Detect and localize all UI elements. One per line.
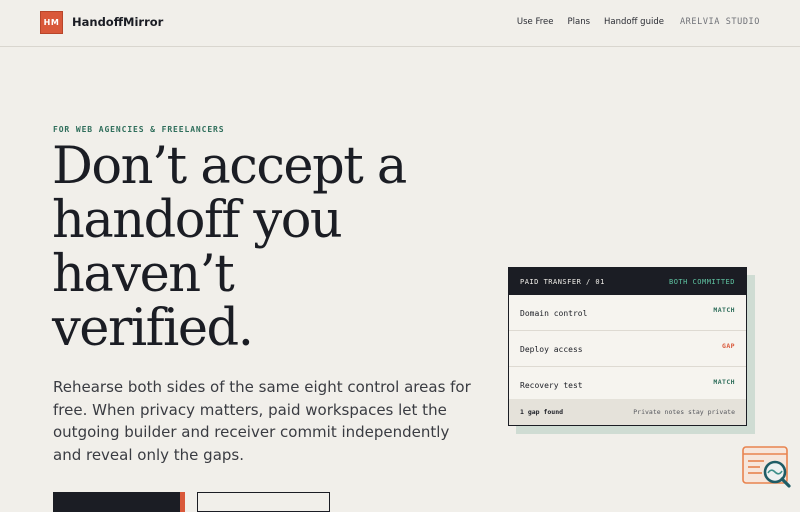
primary-cta-button[interactable] — [53, 492, 180, 512]
search-magnifier-icon[interactable] — [742, 446, 792, 488]
headline-line: handoff you — [52, 191, 343, 250]
nav-studio[interactable]: ARELVIA STUDIO — [680, 17, 760, 27]
hero-lede: Rehearse both sides of the same eight co… — [53, 378, 471, 464]
headline-line: verified. — [52, 299, 254, 358]
nav-use-free[interactable]: Use Free — [517, 17, 554, 27]
control-row: Recovery test MATCH — [509, 367, 746, 402]
control-row: Deploy access GAP — [509, 331, 746, 367]
hero-headline: Don’t accept a handoff you haven’t verif… — [52, 140, 472, 356]
card-header: PAID TRANSFER / 01 BOTH COMMITTED — [509, 268, 746, 295]
card-title: PAID TRANSFER / 01 — [520, 277, 605, 286]
control-label: Deploy access — [520, 345, 583, 354]
site-header: HM HandoffMirror Use Free Plans Handoff … — [0, 0, 800, 47]
widget-graphic — [742, 446, 791, 488]
control-row: Domain control MATCH — [509, 295, 746, 331]
headline-line: Don’t accept a — [52, 137, 407, 196]
status-badge: MATCH — [713, 306, 735, 314]
gap-count: 1 gap found — [520, 408, 564, 416]
status-badge: GAP — [722, 342, 735, 350]
status-badge: MATCH — [713, 378, 735, 386]
nav-handoff-guide[interactable]: Handoff guide — [604, 17, 664, 27]
control-label: Domain control — [520, 309, 588, 318]
transfer-card: PAID TRANSFER / 01 BOTH COMMITTED Domain… — [508, 267, 747, 426]
hero-eyebrow: FOR WEB AGENCIES & FREELANCERS — [53, 125, 225, 134]
privacy-note: Private notes stay private — [633, 408, 735, 416]
control-label: Recovery test — [520, 381, 583, 390]
headline-line: haven’t — [52, 245, 235, 304]
primary-cta-accent — [180, 492, 185, 512]
top-nav: Use Free Plans Handoff guide ARELVIA STU… — [503, 17, 760, 27]
nav-plans[interactable]: Plans — [568, 17, 591, 27]
logo-mark[interactable]: HM — [40, 11, 63, 34]
brand-name[interactable]: HandoffMirror — [72, 15, 163, 29]
card-footer: 1 gap found Private notes stay private — [509, 399, 746, 425]
card-status: BOTH COMMITTED — [668, 277, 735, 286]
secondary-cta-button[interactable] — [197, 492, 330, 512]
